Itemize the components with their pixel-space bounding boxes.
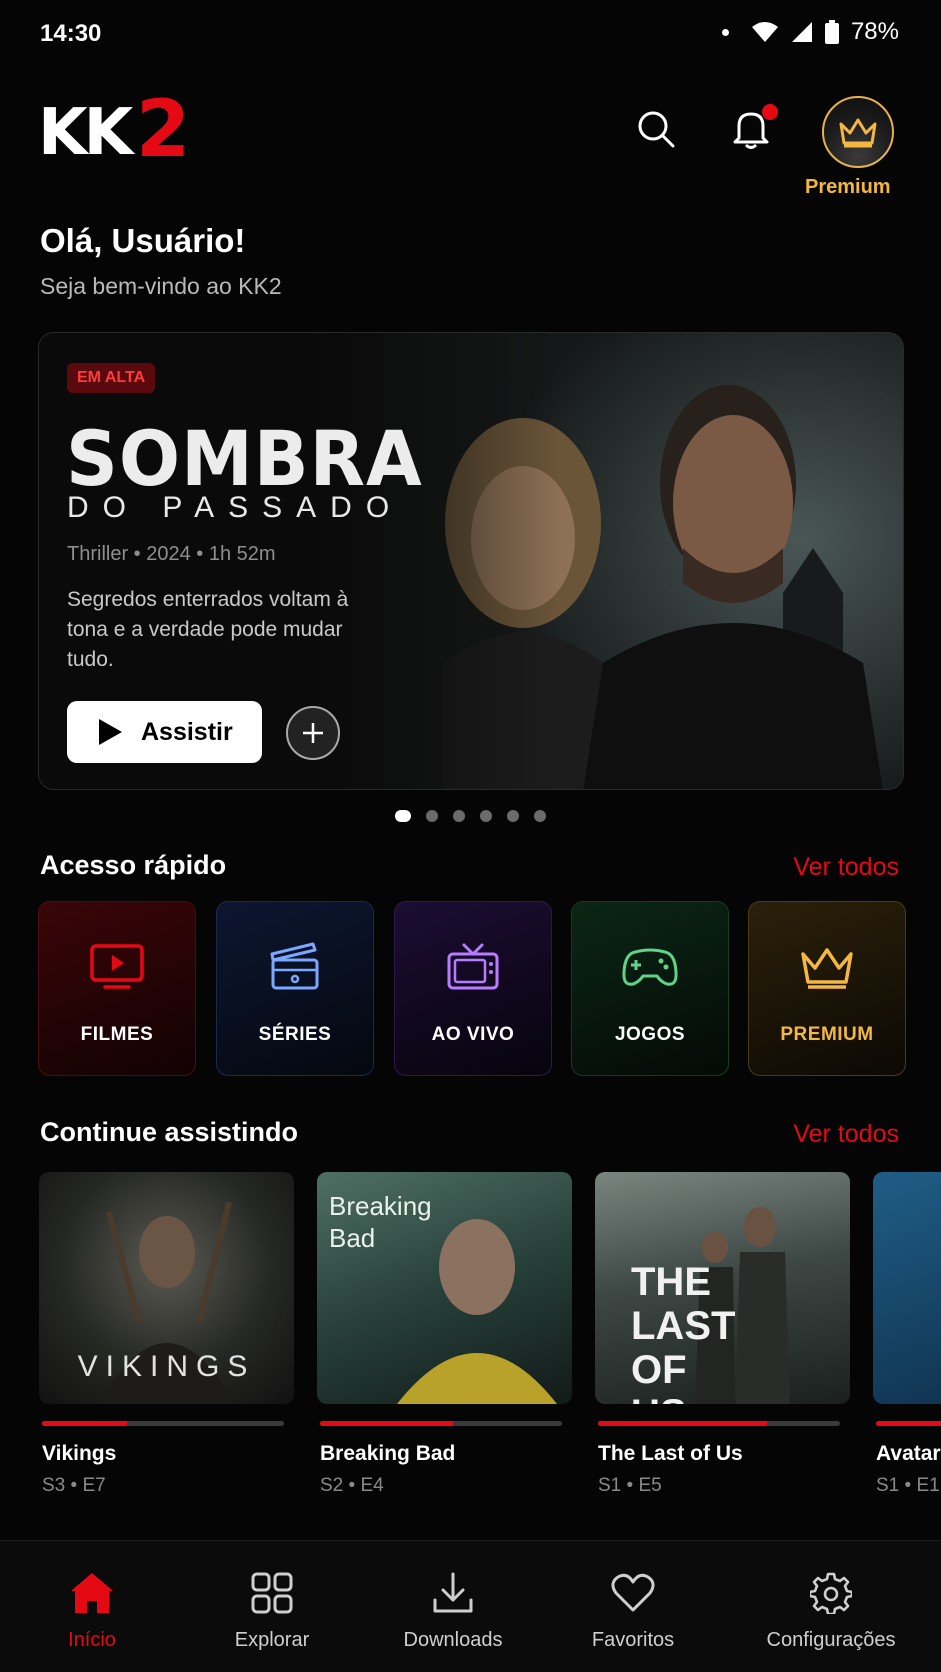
search-icon (638, 111, 675, 148)
quick-access-label: JOGOS (614, 1024, 686, 1045)
signal-icon (791, 22, 812, 42)
premium-avatar-button[interactable] (822, 96, 894, 168)
episode-label: S1 • E5 (598, 1475, 662, 1496)
hero-meta: Thriller • 2024 • 1h 52m (67, 543, 276, 565)
battery-level: 78% (850, 18, 899, 45)
quick-access-series[interactable]: SÉRIES (216, 901, 374, 1076)
poster-thumbnail: VIKINGS (39, 1172, 294, 1404)
gear-icon (810, 1572, 852, 1614)
quick-access-label: FILMES (80, 1024, 154, 1045)
nav-favorites[interactable]: Favoritos (543, 1569, 723, 1652)
trending-badge: EM ALTA (67, 363, 156, 393)
carousel-dot[interactable] (426, 810, 438, 822)
app-logo[interactable]: KK 2 (38, 85, 218, 175)
quick-access-movies[interactable]: FILMES (38, 901, 196, 1076)
show-title: Avatar (876, 1442, 941, 1465)
show-title: The Last of Us (598, 1442, 743, 1465)
gamepad-icon (622, 948, 678, 986)
clapperboard-icon (270, 942, 319, 990)
nav-label: Downloads (403, 1629, 503, 1651)
quick-access-label: PREMIUM (780, 1024, 874, 1045)
poster-thumbnail (873, 1172, 941, 1404)
notification-badge (762, 104, 778, 120)
svg-text:KK: KK (38, 96, 136, 168)
nav-explore[interactable]: Explorar (182, 1569, 362, 1652)
status-time: 14:30 (40, 20, 102, 47)
hero-banner[interactable]: EM ALTA SOMBRA DO PASSADO Thriller • 202… (38, 332, 904, 790)
svg-text:2: 2 (136, 92, 190, 168)
episode-label: S2 • E4 (320, 1475, 384, 1496)
crown-icon (801, 948, 853, 989)
nav-downloads[interactable]: Downloads (363, 1569, 543, 1652)
play-icon (99, 719, 122, 745)
watch-progress-bar (598, 1421, 840, 1426)
poster-title-text: VIKINGS (77, 1350, 256, 1383)
watch-progress-bar (320, 1421, 562, 1426)
continue-card-avatar[interactable]: Avatar S1 • E1 (873, 1172, 941, 1497)
carousel-dot[interactable] (480, 810, 492, 822)
grid-icon (251, 1572, 293, 1614)
show-title: Vikings (42, 1442, 117, 1465)
show-title: Breaking Bad (320, 1442, 456, 1465)
nav-label: Configurações (766, 1629, 896, 1651)
retro-tv-icon (447, 943, 499, 990)
nav-label: Favoritos (591, 1629, 675, 1651)
premium-label[interactable]: Premium (805, 176, 891, 199)
poster-thumbnail: Breaking Bad (317, 1172, 572, 1404)
hero-description: Segredos enterrados voltam à tona e a ve… (67, 588, 349, 671)
nav-label: Explorar (234, 1629, 310, 1651)
carousel-dot[interactable] (507, 810, 519, 822)
quick-access-see-all[interactable]: Ver todos (793, 853, 899, 882)
continue-card-vikings[interactable]: VIKINGS Vikings S3 • E7 (39, 1172, 294, 1497)
poster-title-text: Breaking Bad (329, 1191, 432, 1253)
quick-access-title: Acesso rápido (40, 850, 227, 880)
hero-subtitle: DO PASSADO (67, 491, 404, 524)
notification-dot-icon (721, 28, 729, 36)
quick-access-label: SÉRIES (258, 1024, 332, 1045)
watch-progress-bar (876, 1421, 941, 1426)
download-icon (433, 1572, 473, 1613)
heart-icon (611, 1573, 655, 1612)
poster-thumbnail: THE LAST OF US (595, 1172, 850, 1404)
continue-watching-title: Continue assistindo (40, 1117, 299, 1147)
quick-access-games[interactable]: JOGOS (571, 901, 729, 1076)
greeting-title: Olá, Usuário! (40, 222, 246, 259)
continue-watching-see-all[interactable]: Ver todos (793, 1120, 899, 1149)
home-icon (71, 1573, 113, 1613)
nav-home[interactable]: Início (2, 1569, 182, 1652)
quick-access-live[interactable]: AO VIVO (394, 901, 552, 1076)
carousel-dot[interactable] (395, 810, 411, 822)
watch-progress-bar (42, 1421, 284, 1426)
episode-label: S3 • E7 (42, 1475, 106, 1496)
crown-icon (839, 118, 877, 148)
battery-icon (824, 20, 839, 44)
poster-title-text: THE LAST OF US (631, 1260, 736, 1404)
tv-play-icon (90, 944, 144, 989)
status-bar: 14:30 78% (0, 0, 941, 70)
nav-settings[interactable]: Configurações (741, 1569, 921, 1652)
plus-icon (303, 723, 323, 743)
hero-title: SOMBRA (66, 414, 423, 504)
quick-access-label: AO VIVO (431, 1024, 515, 1045)
continue-card-the-last-of-us[interactable]: THE LAST OF US The Last of Us S1 • E5 (595, 1172, 850, 1497)
episode-label: S1 • E1 (876, 1475, 940, 1496)
nav-label: Início (68, 1629, 116, 1651)
quick-access-premium[interactable]: PREMIUM (748, 901, 906, 1076)
continue-card-breaking-bad[interactable]: Breaking Bad Breaking Bad S2 • E4 (317, 1172, 572, 1497)
search-button[interactable] (631, 104, 681, 154)
watch-button[interactable]: Assistir (67, 701, 262, 763)
bottom-navigation: Início Explorar Downloads Favoritos Conf… (0, 1540, 941, 1672)
greeting-subtitle: Seja bem-vindo ao KK2 (40, 273, 282, 299)
watch-button-label: Assistir (141, 717, 233, 746)
carousel-dot[interactable] (453, 810, 465, 822)
wifi-icon (751, 22, 778, 42)
carousel-dot[interactable] (534, 810, 546, 822)
carousel-indicator[interactable] (395, 810, 546, 822)
add-to-list-button[interactable] (286, 706, 340, 760)
